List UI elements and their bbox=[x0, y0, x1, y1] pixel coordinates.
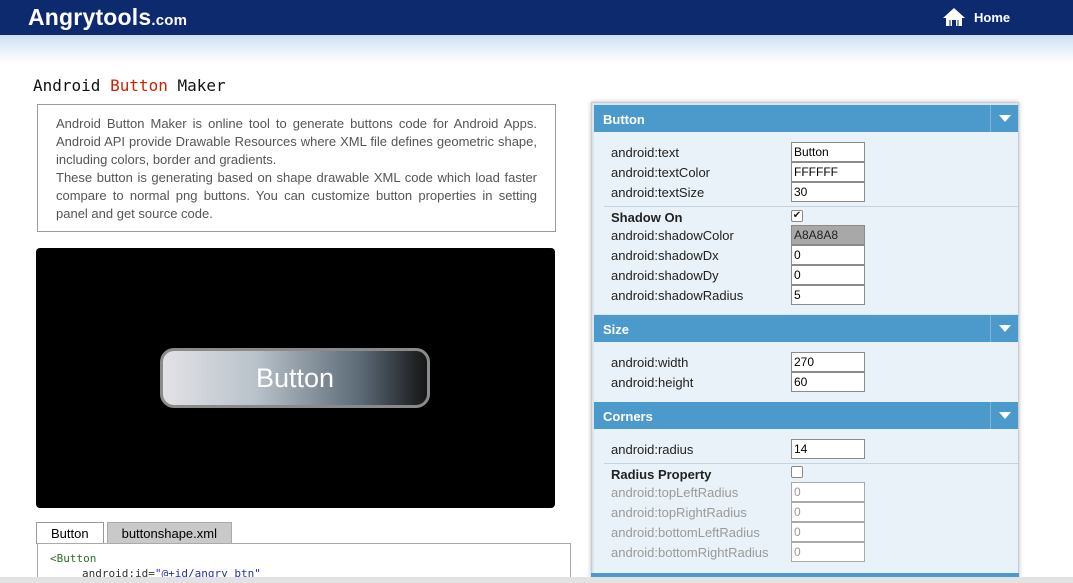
text-size-input[interactable] bbox=[791, 182, 865, 202]
bottom-right-radius-label: android:bottomRightRadius bbox=[611, 545, 769, 560]
description-paragraph-1: Android Button Maker is online tool to g… bbox=[56, 116, 537, 167]
section-corners-body: android:radius Radius Property android:t… bbox=[594, 429, 1018, 574]
shadow-on-checkbox[interactable]: ✔ bbox=[791, 210, 803, 222]
divider bbox=[604, 206, 1018, 207]
radius-property-label: Radius Property bbox=[611, 467, 712, 482]
shadow-color-label: android:shadowColor bbox=[611, 228, 734, 243]
page-bottom-bar bbox=[0, 577, 1073, 583]
code-line-1: <Button bbox=[50, 552, 97, 565]
chevron-down-icon[interactable] bbox=[990, 402, 1018, 429]
section-corners-header[interactable]: Corners bbox=[594, 402, 1018, 429]
title-accent: Button bbox=[110, 76, 168, 95]
section-size-header[interactable]: Size bbox=[594, 315, 1018, 342]
description-paragraph-2: These button is generating based on shap… bbox=[56, 170, 537, 221]
shadow-on-label: Shadow On bbox=[611, 210, 683, 225]
title-text-1: Android bbox=[33, 76, 111, 95]
shadow-radius-input[interactable] bbox=[791, 285, 865, 305]
text-color-input[interactable] bbox=[791, 162, 865, 182]
settings-panel: Button android:text android:textColor an… bbox=[591, 102, 1019, 583]
text-size-label: android:textSize bbox=[611, 185, 705, 200]
top-right-radius-input[interactable] bbox=[791, 502, 865, 522]
text-input[interactable] bbox=[791, 142, 865, 162]
top-left-radius-input[interactable] bbox=[791, 482, 865, 502]
width-input[interactable] bbox=[791, 352, 865, 372]
radius-property-checkbox[interactable] bbox=[791, 466, 803, 478]
page-title: Android Button Maker bbox=[33, 76, 226, 95]
logo-domain: .com bbox=[151, 12, 188, 29]
top-left-radius-label: android:topLeftRadius bbox=[611, 485, 739, 500]
shadow-dy-label: android:shadowDy bbox=[611, 268, 719, 283]
title-text-2: Maker bbox=[167, 76, 226, 95]
top-header: Angrytools.com Home bbox=[0, 0, 1073, 35]
section-button-title: Button bbox=[603, 112, 645, 127]
home-link[interactable]: Home bbox=[942, 7, 1010, 27]
description-box: Android Button Maker is online tool to g… bbox=[37, 104, 556, 232]
height-input[interactable] bbox=[791, 372, 865, 392]
logo-main: Angrytools bbox=[28, 4, 152, 30]
height-label: android:height bbox=[611, 375, 694, 390]
shadow-dx-input[interactable] bbox=[791, 245, 865, 265]
tab-button[interactable]: Button bbox=[36, 522, 104, 544]
bottom-left-radius-input[interactable] bbox=[791, 522, 865, 542]
shadow-dx-label: android:shadowDx bbox=[611, 248, 719, 263]
code-tabs: Button buttonshape.xml bbox=[36, 522, 235, 544]
divider bbox=[604, 463, 1018, 464]
section-button-header[interactable]: Button bbox=[594, 105, 1018, 132]
bottom-right-radius-input[interactable] bbox=[791, 542, 865, 562]
chevron-down-icon[interactable] bbox=[990, 315, 1018, 342]
preview-button[interactable]: Button bbox=[160, 348, 430, 408]
tab-buttonshape-xml[interactable]: buttonshape.xml bbox=[106, 522, 232, 544]
section-size-body: android:width android:height bbox=[594, 342, 1018, 402]
width-label: android:width bbox=[611, 355, 689, 370]
shadow-radius-label: android:shadowRadius bbox=[611, 288, 744, 303]
home-label: Home bbox=[974, 9, 1011, 25]
text-color-label: android:textColor bbox=[611, 165, 710, 180]
radius-input[interactable] bbox=[791, 439, 865, 459]
button-preview-area: Button bbox=[36, 248, 555, 508]
text-label: android:text bbox=[611, 145, 679, 160]
section-button-body: android:text android:textColor android:t… bbox=[594, 132, 1018, 314]
shadow-dy-input[interactable] bbox=[791, 265, 865, 285]
radius-label: android:radius bbox=[611, 442, 694, 457]
home-icon bbox=[943, 8, 965, 26]
section-size-title: Size bbox=[603, 322, 630, 337]
header-gradient bbox=[0, 35, 1073, 63]
chevron-down-icon[interactable] bbox=[990, 105, 1018, 132]
section-corners-title: Corners bbox=[603, 409, 653, 424]
site-logo[interactable]: Angrytools.com bbox=[28, 4, 187, 31]
bottom-left-radius-label: android:bottomLeftRadius bbox=[611, 525, 760, 540]
top-right-radius-label: android:topRightRadius bbox=[611, 505, 747, 520]
shadow-color-input[interactable] bbox=[791, 225, 865, 245]
